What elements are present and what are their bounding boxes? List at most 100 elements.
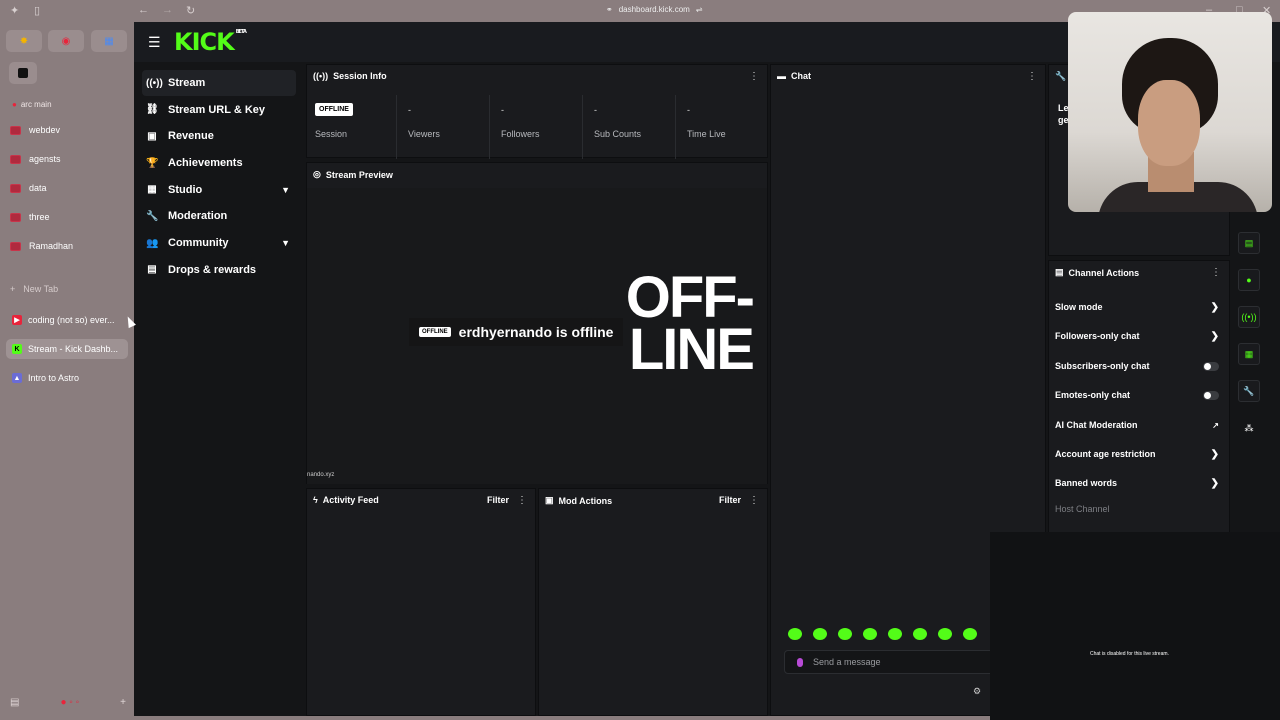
- time-live-stat: - Time Live: [687, 105, 726, 139]
- dashboard-nav: ((•)) Stream ⛓ Stream URL & Key ▣ Revenue 🏆…: [142, 70, 296, 284]
- chat-icon: ▬: [777, 71, 786, 81]
- archive-icon[interactable]: ▤: [10, 697, 19, 708]
- astro-icon: ▲: [12, 373, 22, 383]
- emote-icon[interactable]: [938, 628, 952, 640]
- folder-agensts[interactable]: agensts: [10, 149, 128, 169]
- stream-preview-video[interactable]: OFF- LINE OFFLINE erdhyernando is offline…: [307, 188, 767, 484]
- pinned-tab[interactable]: [9, 62, 37, 84]
- rail-button-tools[interactable]: 🔧: [1238, 380, 1260, 402]
- channel-actions-icon: ▤: [1055, 267, 1064, 277]
- emote-icon[interactable]: [788, 628, 802, 640]
- activity-filter-button[interactable]: Filter: [487, 495, 509, 505]
- host-channel-row[interactable]: Host Channel: [1055, 499, 1219, 519]
- rail-button-layout[interactable]: ▦: [1238, 343, 1260, 365]
- new-space-icon[interactable]: +: [120, 697, 126, 708]
- folder-webdev[interactable]: webdev: [10, 120, 128, 140]
- favorite-tab-2[interactable]: ◉: [48, 30, 84, 52]
- folder-icon: [10, 154, 21, 164]
- emote-icon[interactable]: [913, 628, 927, 640]
- emotes-only-toggle[interactable]: [1203, 390, 1219, 400]
- gear-icon[interactable]: ⚙: [973, 686, 981, 697]
- chevron-down-icon: ▼: [281, 184, 290, 195]
- tab-coding[interactable]: ▶ coding (not so) ever...: [6, 310, 128, 330]
- rail-button-notes[interactable]: ▤: [1238, 232, 1260, 254]
- space-label: ● arc main: [12, 100, 52, 109]
- mod-filter-button[interactable]: Filter: [719, 495, 741, 505]
- emote-icon[interactable]: [963, 628, 977, 640]
- more-options-icon[interactable]: ⋮: [749, 495, 759, 506]
- favorite-tab-1[interactable]: ✸: [6, 30, 42, 52]
- activity-feed-panel: ϟ Activity Feed Filter ⋮: [306, 488, 536, 716]
- layout-icon: ▦: [1244, 348, 1254, 359]
- forward-icon[interactable]: →: [162, 4, 173, 16]
- slow-mode-row[interactable]: Slow mode ❯: [1055, 297, 1219, 317]
- trophy-icon: 🏆: [146, 157, 159, 169]
- youtube-icon: ▶: [12, 315, 22, 325]
- ai-chat-moderation-row[interactable]: AI Chat Moderation ↗: [1055, 415, 1219, 435]
- kick-logo[interactable]: KICK BETA: [174, 28, 247, 56]
- rail-button-broadcast[interactable]: ((•)): [1238, 306, 1260, 328]
- preview-icon: ◎: [313, 169, 321, 179]
- rail-button-chat[interactable]: ●: [1238, 269, 1260, 291]
- space-switcher-icon[interactable]: ● ◦ ◦: [60, 697, 79, 708]
- watermark: nando.xyz: [307, 472, 335, 478]
- link-icon: ⚭: [606, 5, 613, 14]
- site-settings-icon[interactable]: ⇌: [696, 5, 703, 14]
- panel-title: ▬ Chat: [777, 71, 811, 81]
- sidebar-toggle-icon[interactable]: ▯: [34, 4, 40, 17]
- subscribers-only-toggle[interactable]: [1203, 361, 1219, 371]
- chevron-right-icon: ❯: [1210, 477, 1219, 489]
- new-tab-button[interactable]: + New Tab: [10, 284, 58, 294]
- link-icon: ⛓: [146, 104, 159, 116]
- nav-item-stream-url-key[interactable]: ⛓ Stream URL & Key: [142, 97, 296, 123]
- rail-button-more[interactable]: ⁂: [1238, 417, 1260, 439]
- emote-icon[interactable]: [813, 628, 827, 640]
- banned-words-row[interactable]: Banned words ❯: [1055, 473, 1219, 493]
- more-options-icon[interactable]: ⋮: [749, 71, 759, 82]
- tab-intro-astro[interactable]: ▲ Intro to Astro: [6, 368, 128, 388]
- arc-menu-icon[interactable]: ✦: [10, 4, 19, 17]
- apps-icon: ⁂: [1244, 422, 1254, 433]
- followers-only-chat-row[interactable]: Followers-only chat ❯: [1055, 326, 1219, 346]
- kick-icon: K: [12, 344, 22, 354]
- nav-item-studio[interactable]: ▦ Studio ▼: [142, 177, 296, 203]
- more-options-icon[interactable]: ⋮: [517, 495, 527, 506]
- chat-disabled-notice: Chat is disabled for this live stream.: [1090, 651, 1169, 657]
- panel-title: ◎ Stream Preview: [313, 169, 393, 180]
- lightning-icon: ϟ: [313, 495, 318, 505]
- folder-three[interactable]: three: [10, 207, 128, 227]
- emote-icon[interactable]: [838, 628, 852, 640]
- folder-data[interactable]: data: [10, 178, 128, 198]
- nav-item-revenue[interactable]: ▣ Revenue: [142, 123, 296, 149]
- panel-title: ((•)) Session Info: [313, 71, 387, 81]
- broadcast-icon: ((•)): [1241, 312, 1257, 322]
- emote-icon[interactable]: [888, 628, 902, 640]
- folder-icon: [10, 183, 21, 193]
- back-icon[interactable]: ←: [138, 4, 149, 16]
- menu-icon[interactable]: ☰: [148, 34, 161, 51]
- account-age-restriction-row[interactable]: Account age restriction ❯: [1055, 444, 1219, 464]
- nav-item-moderation[interactable]: 🔧 Moderation: [142, 203, 296, 229]
- favorite-tab-3[interactable]: ▦: [91, 30, 127, 52]
- chevron-right-icon: ❯: [1210, 448, 1219, 460]
- nav-item-community[interactable]: 👥 Community ▼: [142, 230, 296, 256]
- offline-badge: OFFLINE: [419, 327, 451, 337]
- nav-item-stream[interactable]: ((•)) Stream: [142, 70, 296, 96]
- more-options-icon[interactable]: ⋮: [1211, 267, 1221, 278]
- space-icon: ●: [12, 100, 17, 109]
- plus-icon: +: [10, 284, 16, 294]
- shield-icon: ▣: [545, 495, 554, 505]
- microphone-icon[interactable]: [797, 657, 803, 667]
- folder-ramadhan[interactable]: Ramadhan: [10, 236, 128, 256]
- tab-kick-dashboard[interactable]: K Stream - Kick Dashb...: [6, 339, 128, 359]
- studio-icon: ▦: [147, 184, 157, 196]
- nav-item-drops-rewards[interactable]: ▤ Drops & rewards: [142, 257, 296, 283]
- folder-icon: [10, 125, 21, 135]
- emote-icon[interactable]: [863, 628, 877, 640]
- nav-item-achievements[interactable]: 🏆 Achievements: [142, 150, 296, 176]
- chat-message-input[interactable]: Send a message: [784, 650, 994, 674]
- more-options-icon[interactable]: ⋮: [1027, 71, 1037, 82]
- reload-icon[interactable]: ↻: [186, 4, 195, 17]
- address-bar[interactable]: ⚭ dashboard.kick.com ⇌: [606, 5, 703, 14]
- offline-message: erdhyernando is offline: [458, 324, 614, 340]
